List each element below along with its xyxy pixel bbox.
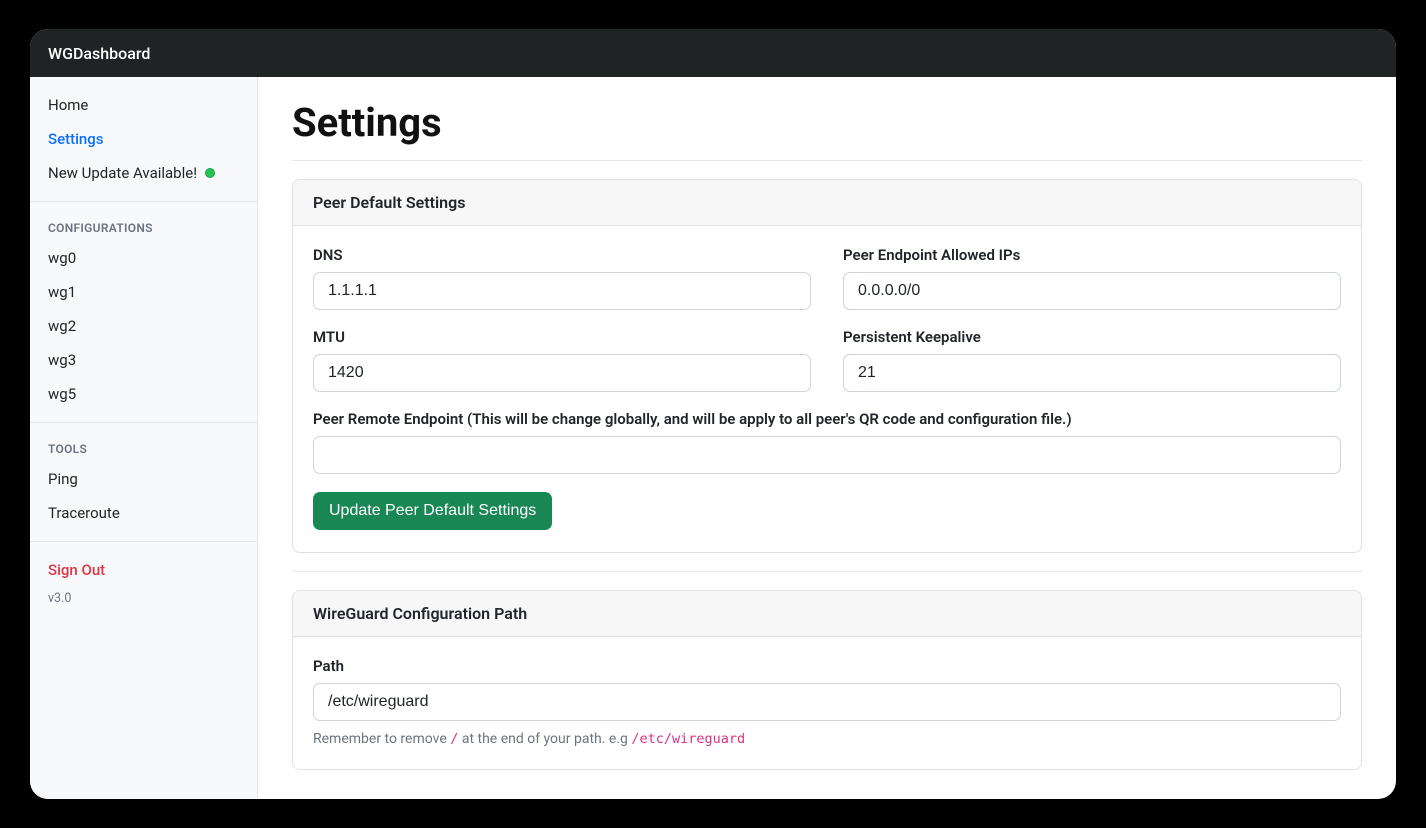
divider <box>292 160 1362 161</box>
topbar: WGDashboard <box>30 29 1396 77</box>
mtu-label: MTU <box>313 328 811 346</box>
sidebar-item-wg2[interactable]: wg2 <box>30 309 257 343</box>
remote-endpoint-label: Peer Remote Endpoint (This will be chang… <box>313 410 1341 428</box>
card-wg-path: WireGuard Configuration Path Path Rememb… <box>292 590 1362 770</box>
allowed-ips-label: Peer Endpoint Allowed IPs <box>843 246 1341 264</box>
sidebar-item-settings[interactable]: Settings <box>30 122 257 156</box>
sidebar-heading-tools: TOOLS <box>30 434 257 462</box>
sidebar-item-signout[interactable]: Sign Out <box>30 553 257 587</box>
path-input[interactable] <box>313 683 1341 721</box>
path-label: Path <box>313 657 1341 675</box>
help-example: /etc/wireguard <box>631 731 745 747</box>
keepalive-label: Persistent Keepalive <box>843 328 1341 346</box>
mtu-input[interactable] <box>313 354 811 392</box>
sidebar-heading-configs: CONFIGURATIONS <box>30 213 257 241</box>
dns-label: DNS <box>313 246 811 264</box>
sidebar-item-wg0[interactable]: wg0 <box>30 241 257 275</box>
sidebar-item-traceroute[interactable]: Traceroute <box>30 496 257 530</box>
card-header-peer-defaults: Peer Default Settings <box>293 180 1361 226</box>
update-peer-defaults-button[interactable]: Update Peer Default Settings <box>313 492 552 530</box>
sidebar-item-update[interactable]: New Update Available! <box>30 156 257 190</box>
keepalive-input[interactable] <box>843 354 1341 392</box>
card-header-wg-path: WireGuard Configuration Path <box>293 591 1361 637</box>
sidebar-item-wg1[interactable]: wg1 <box>30 275 257 309</box>
allowed-ips-input[interactable] <box>843 272 1341 310</box>
brand: WGDashboard <box>30 44 258 63</box>
dns-input[interactable] <box>313 272 811 310</box>
help-middle: at the end of your path. e.g <box>458 731 631 747</box>
sidebar-item-wg3[interactable]: wg3 <box>30 343 257 377</box>
main-content: Settings Peer Default Settings DNS Peer … <box>258 77 1396 799</box>
sidebar-item-home[interactable]: Home <box>30 88 257 122</box>
app-window: WGDashboard Home Settings New Update Ava… <box>30 29 1396 799</box>
sidebar: Home Settings New Update Available! CONF… <box>30 77 258 799</box>
page-title: Settings <box>292 99 1362 146</box>
status-dot-icon <box>205 168 215 178</box>
help-prefix: Remember to remove <box>313 731 450 747</box>
path-help-text: Remember to remove / at the end of your … <box>313 731 1341 747</box>
sidebar-item-ping[interactable]: Ping <box>30 462 257 496</box>
update-label: New Update Available! <box>48 164 197 182</box>
sidebar-version: v3.0 <box>30 587 257 614</box>
sidebar-item-wg5[interactable]: wg5 <box>30 377 257 411</box>
card-peer-defaults: Peer Default Settings DNS Peer Endpoint … <box>292 179 1362 553</box>
remote-endpoint-input[interactable] <box>313 436 1341 474</box>
divider <box>292 571 1362 572</box>
